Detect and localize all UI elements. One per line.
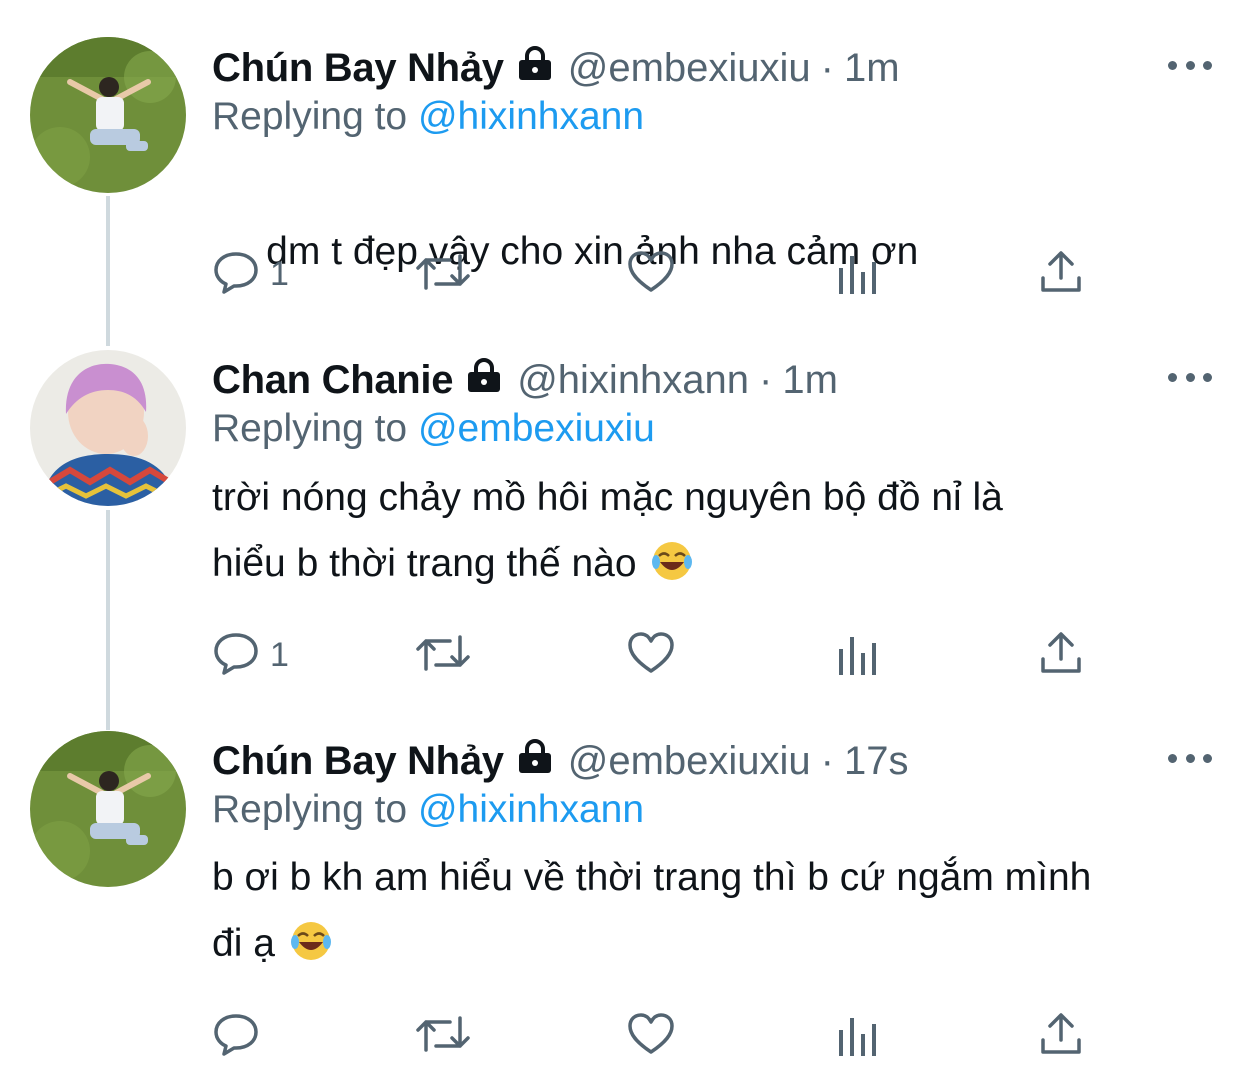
analytics-button[interactable] [834, 627, 880, 683]
tweet-actions [212, 1008, 1092, 1064]
mention-link[interactable]: @embexiuxiu [418, 407, 655, 450]
tweet-text-line: b ơi b kh am hiểu về thời trang thì b cứ… [212, 856, 1092, 899]
separator-dot: · [759, 357, 773, 402]
replying-label: Replying to [212, 407, 408, 450]
thread-connector-line [106, 510, 110, 730]
mention-link[interactable]: @hixinhxann [418, 788, 644, 831]
like-icon [626, 629, 676, 682]
retweet-button[interactable] [414, 1008, 472, 1064]
mention-link[interactable]: @hixinhxann [418, 95, 644, 138]
share-icon [1038, 629, 1084, 682]
share-button[interactable] [1038, 1008, 1084, 1064]
avatar[interactable] [30, 350, 186, 506]
reply-button[interactable] [212, 1008, 270, 1064]
reply-count: 1 [270, 254, 289, 293]
analytics-button[interactable] [834, 246, 880, 302]
lock-icon [516, 45, 554, 91]
lock-icon [516, 738, 554, 784]
replying-to: Replying to @hixinhxann [212, 788, 644, 832]
like-icon [626, 248, 676, 301]
analytics-icon [834, 629, 880, 682]
replying-to: Replying to @embexiuxiu [212, 407, 655, 451]
timestamp[interactable]: 1m [844, 46, 900, 91]
like-icon [626, 1010, 676, 1063]
replying-to: Replying to @hixinhxann [212, 95, 644, 139]
like-button[interactable] [626, 1008, 676, 1064]
avatar[interactable] [30, 731, 186, 887]
avatar-boy-on-grass-image [30, 731, 186, 887]
like-button[interactable] [626, 246, 676, 302]
tweet-header: Chan Chanie @hixinhxann · 1m [212, 355, 838, 405]
timestamp[interactable]: 17s [844, 739, 909, 784]
reply-icon [212, 1010, 260, 1063]
retweet-icon [414, 629, 472, 682]
more-icon[interactable] [1168, 743, 1212, 773]
reply-icon [212, 629, 260, 682]
display-name[interactable]: Chan Chanie [212, 358, 453, 403]
like-button[interactable] [626, 627, 676, 683]
retweet-icon [414, 1010, 472, 1063]
display-name[interactable]: Chún Bay Nhảy [212, 46, 504, 91]
timestamp[interactable]: 1m [782, 358, 838, 403]
reply-count: 1 [270, 635, 289, 674]
lock-icon [465, 357, 503, 403]
reply-icon [212, 248, 260, 301]
handle[interactable]: @hixinhxann [517, 358, 749, 403]
share-icon [1038, 248, 1084, 301]
reply-button[interactable]: 1 [212, 627, 289, 683]
avatar-boy-on-grass-image [30, 37, 186, 193]
share-icon [1038, 1010, 1084, 1063]
laughing-emoji [290, 917, 332, 983]
tweet-text-line: trời nóng chảy mồ hôi mặc nguyên bộ đồ n… [212, 476, 1003, 519]
analytics-icon [834, 1010, 880, 1063]
tweet-text: b ơi b kh am hiểu về thời trang thì b cứ… [212, 845, 1212, 983]
tweet-actions: 1 [212, 246, 1092, 302]
tweet-text-line: hiểu b thời trang thế nào [212, 542, 637, 585]
analytics-button[interactable] [834, 1008, 880, 1064]
share-button[interactable] [1038, 627, 1084, 683]
share-button[interactable] [1038, 246, 1084, 302]
tweet-actions: 1 [212, 627, 1092, 683]
avatar[interactable] [30, 37, 186, 193]
replying-label: Replying to [212, 95, 408, 138]
separator-dot: · [820, 45, 834, 90]
thread-connector-line [106, 196, 110, 346]
handle[interactable]: @embexiuxiu [568, 46, 811, 91]
more-icon[interactable] [1168, 362, 1212, 392]
reply-button[interactable]: 1 [212, 246, 289, 302]
retweet-button[interactable] [414, 246, 472, 302]
tweet-header: Chún Bay Nhảy @embexiuxiu · 1m [212, 43, 900, 93]
tweet-text: trời nóng chảy mồ hôi mặc nguyên bộ đồ n… [212, 465, 1212, 603]
more-icon[interactable] [1168, 50, 1212, 80]
tweet-header: Chún Bay Nhảy @embexiuxiu · 17s [212, 736, 908, 786]
display-name[interactable]: Chún Bay Nhảy [212, 739, 504, 784]
avatar-pink-hair-boy-image [30, 350, 186, 506]
tweet-text-line: đi ạ [212, 922, 275, 965]
analytics-icon [834, 248, 880, 301]
separator-dot: · [820, 738, 834, 783]
retweet-icon [414, 248, 472, 301]
laughing-emoji [651, 537, 693, 603]
tweet-text-line-container: hiểu b thời trang thế nào [212, 531, 1212, 603]
replying-label: Replying to [212, 788, 408, 831]
tweet-text-line-container: đi ạ [212, 911, 1212, 983]
retweet-button[interactable] [414, 627, 472, 683]
handle[interactable]: @embexiuxiu [568, 739, 811, 784]
